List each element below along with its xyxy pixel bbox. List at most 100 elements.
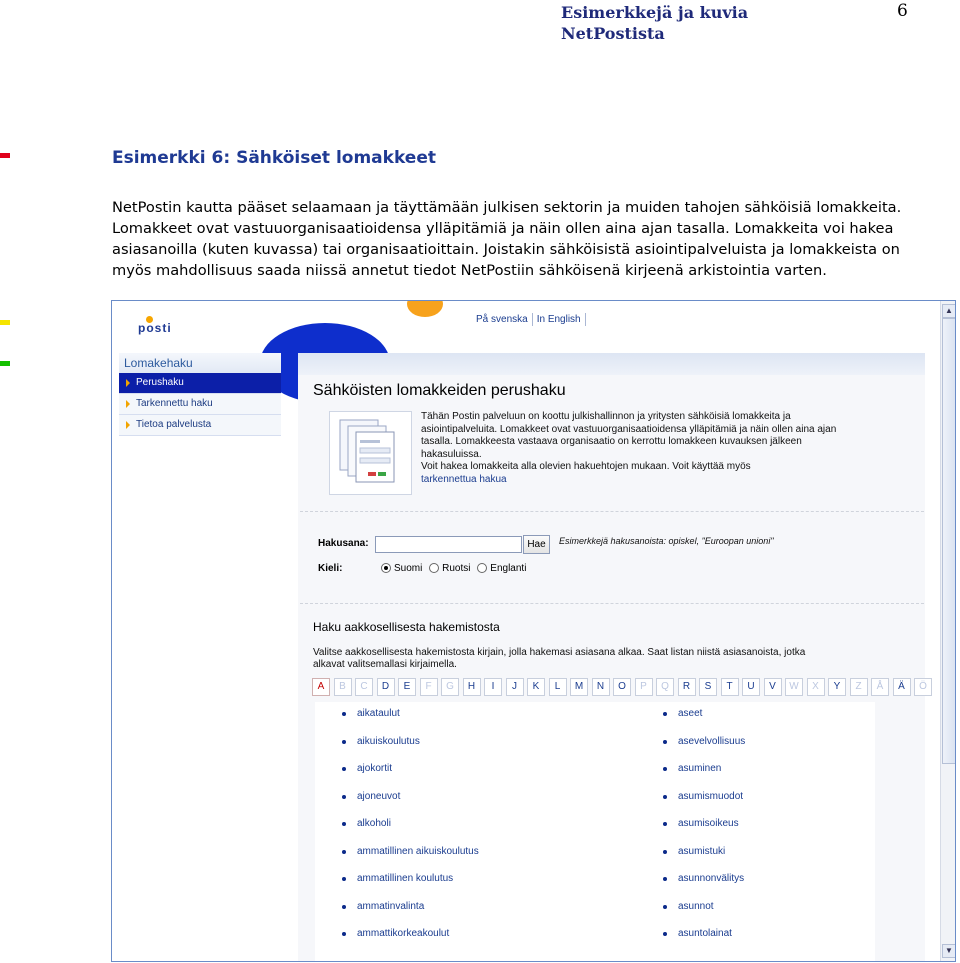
- search-label: Hakusana:: [318, 538, 369, 549]
- letter-f[interactable]: F: [419, 678, 438, 696]
- list-item[interactable]: asumistuki: [659, 846, 745, 874]
- list-item[interactable]: asevelvollisuus: [659, 736, 745, 764]
- triangle-icon: [126, 400, 130, 408]
- link-english[interactable]: In English: [534, 314, 584, 325]
- list-item[interactable]: asuminen: [659, 763, 745, 791]
- sidebar-item-label: Tietoa palvelusta: [136, 419, 212, 430]
- letter-t[interactable]: T: [720, 678, 739, 696]
- list-item[interactable]: ammatinvalinta: [338, 901, 479, 929]
- letter-m[interactable]: M: [570, 678, 588, 696]
- list-item[interactable]: asumisoikeus: [659, 818, 745, 846]
- list-item[interactable]: aikuiskoulutus: [338, 736, 479, 764]
- results-column-left: aikataulut aikuiskoulutus ajokortit ajoneuv…: [338, 708, 479, 956]
- list-item[interactable]: aseet: [659, 708, 745, 736]
- letter-j[interactable]: J: [505, 678, 524, 696]
- radio-label: Suomi: [394, 563, 423, 574]
- margin-mark-red: [0, 153, 10, 158]
- sidebar: Lomakehaku Perushaku Tarkennettu haku Ti…: [119, 353, 281, 436]
- radio-suomi[interactable]: [381, 563, 391, 574]
- posti-logo[interactable]: posti: [124, 309, 174, 335]
- radio-ruotsi[interactable]: [429, 563, 440, 574]
- list-item[interactable]: ajokortit: [338, 763, 479, 791]
- list-item[interactable]: asuntolainat: [659, 928, 745, 956]
- intro-paragraph: Tähän Postin palveluun on koottu julkish…: [421, 411, 837, 460]
- letter-h[interactable]: H: [462, 678, 481, 696]
- letter-å[interactable]: Å: [871, 678, 889, 696]
- triangle-icon: [126, 421, 130, 429]
- letter-v[interactable]: V: [763, 678, 782, 696]
- sidebar-title: Lomakehaku: [119, 353, 281, 373]
- search-example: Esimerkkejä hakusanoista: opiskel, "Euro…: [559, 536, 774, 546]
- radio-label: Englanti: [490, 563, 527, 574]
- letter-k[interactable]: K: [527, 678, 545, 696]
- letter-l[interactable]: L: [548, 678, 567, 696]
- letter-y[interactable]: Y: [828, 678, 846, 696]
- embedded-screenshot: posti På svenska In English Lomakehaku Pe…: [111, 300, 956, 962]
- letter-p[interactable]: P: [634, 678, 653, 696]
- letter-b[interactable]: B: [333, 678, 352, 696]
- scrollbar[interactable]: ▲ ▼: [940, 301, 955, 961]
- letter-e[interactable]: E: [398, 678, 416, 696]
- letter-w[interactable]: W: [785, 678, 803, 696]
- main-content: Sähköisten lomakkeiden perushaku Tähän P…: [298, 353, 932, 961]
- decorative-orange-arc: [407, 301, 443, 317]
- body-line: asiasanoilla (kuten kuvassa) tai organis…: [112, 241, 900, 258]
- forms-illustration: [329, 411, 412, 495]
- letter-z[interactable]: Z: [849, 678, 868, 696]
- list-item[interactable]: ammatillinen koulutus: [338, 873, 479, 901]
- scroll-up-icon[interactable]: ▲: [942, 304, 955, 318]
- scroll-down-icon[interactable]: ▼: [942, 944, 955, 958]
- letter-g[interactable]: G: [441, 678, 459, 696]
- search-input[interactable]: [375, 536, 522, 553]
- sidebar-item-label: Perushaku: [136, 377, 184, 388]
- sidebar-item-tietoa-palvelusta[interactable]: Tietoa palvelusta: [119, 415, 281, 436]
- letter-i[interactable]: I: [484, 678, 502, 696]
- advanced-search-link[interactable]: tarkennettua hakua: [421, 474, 841, 487]
- language-radio-group: Suomi Ruotsi Englanti: [377, 563, 526, 574]
- alphabet-letters: ABCDEFGHIJKLMNOPQRSTUVWXYZÅÄÖ: [312, 678, 936, 696]
- sidebar-item-label: Tarkennettu haku: [136, 398, 213, 409]
- logo-text: posti: [138, 321, 172, 335]
- letter-d[interactable]: D: [376, 678, 395, 696]
- section-heading: Esimerkki 6: Sähköiset lomakkeet: [112, 148, 436, 168]
- results-list: aikataulut aikuiskoulutus ajokortit ajoneuv…: [315, 702, 875, 961]
- list-item[interactable]: ammatillinen aikuiskoulutus: [338, 846, 479, 874]
- letter-ä[interactable]: Ä: [892, 678, 911, 696]
- margin-mark-green: [0, 361, 10, 366]
- letter-u[interactable]: U: [742, 678, 760, 696]
- sidebar-item-tarkennettu-haku[interactable]: Tarkennettu haku: [119, 394, 281, 415]
- link-swedish[interactable]: På svenska: [473, 314, 531, 325]
- alphabet-section-title: Haku aakkosellisesta hakemistosta: [313, 620, 500, 634]
- list-item[interactable]: aikataulut: [338, 708, 479, 736]
- letter-a[interactable]: A: [312, 678, 330, 696]
- letter-o[interactable]: O: [613, 678, 631, 696]
- triangle-icon: [126, 379, 130, 387]
- search-button[interactable]: Hae: [523, 535, 550, 554]
- letter-x[interactable]: X: [806, 678, 825, 696]
- header-line-1: Esimerkkejä ja kuvia: [561, 3, 749, 22]
- list-item[interactable]: alkoholi: [338, 818, 479, 846]
- divider: [531, 313, 533, 326]
- letter-s[interactable]: S: [699, 678, 717, 696]
- letter-r[interactable]: R: [677, 678, 696, 696]
- scrollbar-thumb[interactable]: [942, 318, 955, 764]
- letter-ö[interactable]: Ö: [914, 678, 932, 696]
- margin-mark-yellow: [0, 320, 10, 325]
- page-number: 6: [897, 1, 908, 21]
- body-text: NetPostin kautta pääset selaamaan ja täy…: [112, 197, 952, 281]
- list-item[interactable]: asunnot: [659, 901, 745, 929]
- page-header: Esimerkkejä ja kuvia NetPostista: [561, 2, 748, 44]
- divider: [300, 603, 924, 604]
- list-item[interactable]: asunnonvälitys: [659, 873, 745, 901]
- body-line: Lomakkeet ovat vastuuorganisaatioidensa …: [112, 220, 894, 237]
- list-item[interactable]: asumismuodot: [659, 791, 745, 819]
- intro-paragraph-2: Voit hakea lomakkeita alla olevien hakue…: [421, 461, 751, 473]
- letter-q[interactable]: Q: [656, 678, 674, 696]
- radio-englanti[interactable]: [477, 563, 488, 574]
- letter-n[interactable]: N: [591, 678, 610, 696]
- list-item[interactable]: ajoneuvot: [338, 791, 479, 819]
- list-item[interactable]: ammattikorkeakoulut: [338, 928, 479, 956]
- letter-c[interactable]: C: [355, 678, 373, 696]
- sidebar-item-perushaku[interactable]: Perushaku: [119, 373, 281, 394]
- intro-text: Tähän Postin palveluun on koottu julkish…: [421, 411, 841, 487]
